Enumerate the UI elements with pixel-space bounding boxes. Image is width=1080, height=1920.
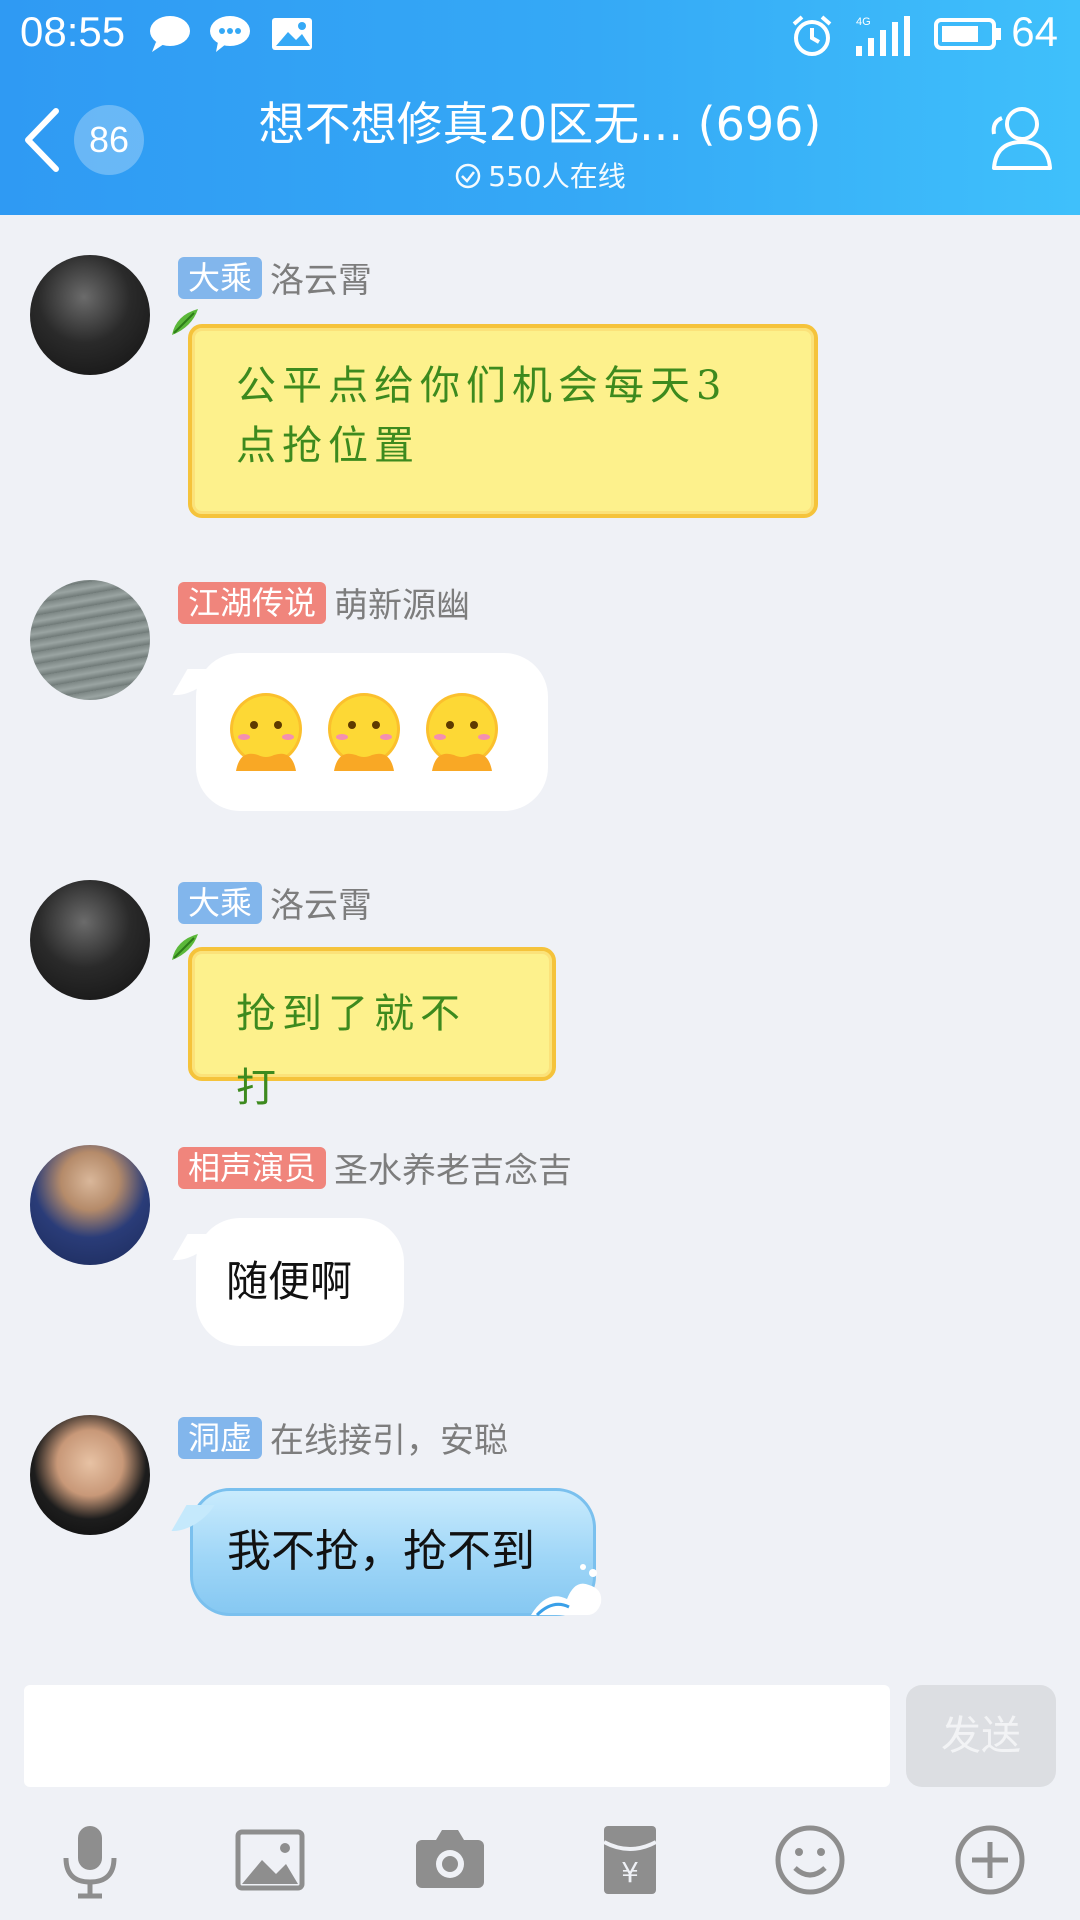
avatar[interactable]: [30, 580, 150, 700]
online-check-icon: [456, 163, 481, 189]
red-packet-icon[interactable]: ¥: [590, 1820, 670, 1900]
message-bubble[interactable]: [196, 653, 548, 811]
status-bar: 08:55 4G 64: [0, 0, 1080, 66]
emoji-icon[interactable]: [770, 1820, 850, 1900]
alarm-icon: [792, 15, 832, 56]
message-item: 相声演员 圣水养老吉念吉 随便啊: [0, 1140, 1080, 1360]
svg-text:4G: 4G: [856, 16, 871, 28]
battery-level: 64: [1011, 8, 1058, 55]
group-members-icon[interactable]: [980, 100, 1056, 176]
battery-icon: [934, 18, 1001, 50]
message-notification-icon: [150, 16, 190, 52]
sender-info: 洞虚 在线接引，安聪: [178, 1413, 508, 1461]
signal-4g-icon: 4G: [856, 16, 910, 56]
sender-name: 在线接引，安聪: [270, 1421, 509, 1461]
sender-info: 相声演员 圣水养老吉念吉: [178, 1143, 572, 1191]
plus-icon[interactable]: [950, 1820, 1030, 1900]
shy-face-emoji-icon: [426, 693, 498, 771]
header-bar: 08:55 4G 64 86 想不想修真20区无... (696) 550人在线: [0, 0, 1080, 215]
sender-info: 大乘 洛云霄: [178, 878, 372, 926]
message-text: 我不抢，抢不到: [227, 1526, 535, 1577]
rank-badge: 相声演员: [178, 1146, 327, 1189]
camera-icon[interactable]: [410, 1820, 490, 1900]
image-icon[interactable]: [230, 1820, 310, 1900]
sender-name: 洛云霄: [270, 261, 373, 301]
message-item: 洞虚 在线接引，安聪 我不抢，抢不到: [0, 1410, 1080, 1630]
rank-badge: 洞虚: [178, 1416, 263, 1459]
message-bubble[interactable]: 随便啊: [196, 1218, 404, 1346]
avatar[interactable]: [30, 255, 150, 375]
chat-app-notification-icon: [210, 16, 250, 52]
gallery-notification-icon: [272, 18, 312, 50]
sender-info: 大乘 洛云霄: [178, 253, 372, 301]
emoji-row: [226, 653, 518, 811]
message-text: 公平点给你们机会每天3点抢位置: [236, 363, 728, 469]
status-time: 08:55: [20, 8, 126, 55]
message-bubble[interactable]: 公平点给你们机会每天3点抢位置: [188, 324, 818, 518]
rank-badge: 大乘: [178, 256, 263, 299]
sender-name: 圣水养老吉念吉: [334, 1151, 573, 1191]
message-bubble[interactable]: 抢到了就不打: [188, 947, 556, 1111]
rank-badge: 大乘: [178, 881, 263, 924]
sender-name: 洛云霄: [270, 886, 373, 926]
sender-name: 萌新源幽: [334, 586, 471, 626]
shy-face-emoji-icon: [328, 693, 400, 771]
shy-face-emoji-icon: [230, 693, 302, 771]
avatar[interactable]: [30, 1415, 150, 1535]
online-status: 550人在线: [300, 155, 780, 195]
svg-text:¥: ¥: [621, 1856, 639, 1889]
avatar[interactable]: [30, 1145, 150, 1265]
message-bubble[interactable]: 我不抢，抢不到: [190, 1488, 602, 1617]
rank-badge: 江湖传说: [178, 581, 327, 624]
message-item: 大乘 洛云霄 抢到了就不打: [0, 875, 1080, 1111]
message-text: 随便啊: [226, 1257, 353, 1306]
group-title: 想不想修真20区无... (696): [258, 97, 822, 151]
send-button[interactable]: 发送: [906, 1685, 1056, 1787]
message-text: 抢到了就不打: [236, 991, 466, 1111]
message-item: 江湖传说 萌新源幽: [0, 575, 1080, 825]
message-item: 大乘 洛云霄 公平点给你们机会每天3点抢位置: [0, 250, 1080, 530]
unread-count-badge[interactable]: 86: [74, 105, 144, 175]
online-count: 550人在线: [488, 160, 626, 193]
microphone-icon[interactable]: [50, 1820, 130, 1900]
avatar[interactable]: [30, 880, 150, 1000]
input-toolbar: ¥: [0, 1810, 1080, 1910]
wave-decoration-icon: [531, 1564, 602, 1617]
back-arrow-icon[interactable]: [20, 105, 64, 175]
message-input[interactable]: [24, 1685, 890, 1787]
sender-info: 江湖传说 萌新源幽: [178, 578, 470, 626]
